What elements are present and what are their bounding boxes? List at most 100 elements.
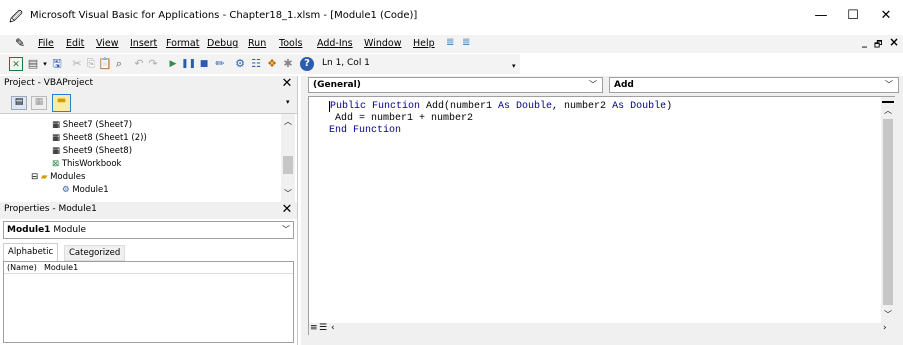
menu-format[interactable]: Format [166, 38, 199, 49]
scroll-up-icon[interactable]: ︿ [284, 116, 292, 127]
object-browser-icon[interactable]: ❖ [265, 57, 279, 71]
code-margin[interactable] [309, 97, 326, 334]
project-pane-title: Project - VBAProject [4, 78, 94, 88]
object-combo-chevron-icon: ﹀ [589, 80, 597, 89]
property-name: (Name) [7, 263, 37, 272]
full-module-view-icon[interactable]: ☰ [319, 323, 327, 333]
properties-tabs: Alphabetic Categorized [0, 243, 297, 261]
title-bar: 🖉 Microsoft Visual Basic for Application… [0, 0, 903, 33]
break-icon[interactable]: ❚❚ [181, 57, 196, 71]
find-icon[interactable]: ⌕ [112, 57, 126, 71]
view-excel-icon[interactable]: ✕ [9, 57, 23, 71]
code-editor[interactable]: Public Function Add(number1 As Double, n… [308, 96, 895, 335]
maximize-button[interactable]: ☐ [838, 6, 868, 26]
close-button[interactable]: ✕ [871, 6, 901, 26]
object-selector[interactable]: Module1 Module ﹀ [3, 221, 294, 239]
code-scroll-down-icon[interactable]: ﹀ [884, 309, 892, 320]
copy-icon[interactable]: ⎘ [84, 57, 98, 71]
window-title: Microsoft Visual Basic for Applications … [30, 10, 418, 21]
property-row[interactable]: (Name) Module1 [4, 262, 293, 274]
code-text[interactable]: Public Function Add(number1 As Double, n… [329, 101, 672, 137]
menu-edit[interactable]: Edit [66, 38, 84, 49]
project-tree: ▦ Sheet7 (Sheet7) ▦ Sheet8 (Sheet1 (2)) … [0, 114, 297, 202]
project-tree-scrollbar[interactable]: ︿ ﹀ [281, 114, 295, 202]
paste-icon[interactable]: 📋 [98, 57, 112, 71]
tree-item-thisworkbook[interactable]: ⊠ ThisWorkbook [52, 159, 121, 169]
tree-item-sheet7[interactable]: ▦ Sheet7 (Sheet7) [52, 120, 132, 130]
project-pane-toolbar: ▤ ▦ ▬ ▾ [0, 92, 297, 114]
menu-bar: ✎ File Edit View Insert Format Debug Run… [0, 35, 903, 53]
object-combo[interactable]: (General) ﹀ [308, 77, 603, 93]
save-icon[interactable]: 🖫 [50, 57, 64, 71]
module-icon: ⚙ [62, 185, 70, 195]
run-icon[interactable]: ▶ [166, 57, 180, 71]
procedure-combo-chevron-icon: ﹀ [885, 80, 893, 89]
standard-toolbar: ✕ ▤ ▾ 🖫 ✂ ⎘ 📋 ⌕ ↶ ↷ ▶ ❚❚ ■ ✏ ⚙ ☷ ❖ ✱ ? L… [0, 54, 520, 74]
properties-pane-header: Properties - Module1 ✕ [0, 202, 297, 219]
properties-pane-close-icon[interactable]: ✕ [280, 203, 294, 217]
toolbox-icon[interactable]: ✱ [281, 57, 295, 71]
undo-icon[interactable]: ↶ [132, 57, 146, 71]
indent-icon[interactable]: ≣ [446, 37, 454, 48]
tree-item-module1[interactable]: ⚙ Module1 [62, 185, 109, 195]
menu-view[interactable]: View [96, 38, 119, 49]
tree-item-sheet9[interactable]: ▦ Sheet9 (Sheet8) [52, 146, 132, 156]
code-line-3: End Function [329, 125, 402, 136]
scroll-thumb[interactable] [283, 156, 293, 174]
mdi-restore-button[interactable]: 🗗 [874, 37, 882, 53]
menu-debug[interactable]: Debug [207, 38, 238, 49]
toolbar-options-icon[interactable]: ▾ [512, 62, 516, 70]
properties-grid: (Name) Module1 [3, 261, 294, 343]
cut-icon[interactable]: ✂ [70, 57, 84, 71]
view-object-icon[interactable]: ▦ [31, 96, 47, 110]
mdi-minimize-button[interactable]: _ [862, 37, 867, 48]
properties-pane: Properties - Module1 ✕ Module1 Module ﹀ … [0, 202, 298, 345]
view-code-icon[interactable]: ▤ [11, 96, 27, 110]
vba-app-icon: 🖉 [9, 10, 23, 25]
reset-icon[interactable]: ■ [197, 57, 211, 71]
property-value[interactable]: Module1 [44, 262, 78, 274]
menu-help[interactable]: Help [413, 38, 435, 49]
code-bottom-bar: ≡ ☰ ‹ › [309, 323, 895, 335]
properties-window-icon[interactable]: ☷ [249, 57, 263, 71]
procedure-combo[interactable]: Add ﹀ [609, 77, 899, 93]
tree-item-sheet8[interactable]: ▦ Sheet8 (Sheet1 (2)) [52, 133, 147, 143]
workbook-icon: ⊠ [52, 159, 60, 169]
code-line-2: Add = number1 + number2 [329, 113, 474, 124]
scroll-down-icon[interactable]: ﹀ [284, 188, 292, 199]
tab-categorized[interactable]: Categorized [64, 245, 126, 261]
project-explorer-icon[interactable]: ⚙ [233, 57, 247, 71]
hscroll-right-icon[interactable]: › [883, 323, 887, 333]
properties-pane-title: Properties - Module1 [4, 204, 97, 214]
help-icon[interactable]: ? [300, 57, 314, 71]
tree-item-modules-folder[interactable]: ⊟ ▰ Modules [31, 172, 85, 182]
code-scroll-thumb[interactable] [883, 119, 893, 305]
menu-insert[interactable]: Insert [130, 38, 157, 49]
toggle-folders-icon[interactable]: ▬ [52, 94, 71, 112]
excel-view-icon[interactable]: ✎ [15, 36, 25, 50]
procedure-view-icon[interactable]: ≡ [310, 323, 318, 333]
cursor-position: Ln 1, Col 1 [322, 58, 370, 68]
menu-run[interactable]: Run [248, 38, 266, 49]
minimize-button[interactable]: — [806, 6, 836, 26]
menu-file[interactable]: File [38, 38, 54, 49]
chevron-down-icon[interactable]: ﹀ [282, 222, 290, 238]
design-mode-icon[interactable]: ✏ [213, 57, 227, 71]
menu-addins[interactable]: Add-Ins [317, 38, 353, 49]
redo-icon[interactable]: ↷ [146, 57, 160, 71]
collapse-icon[interactable]: ⊟ [31, 172, 38, 182]
project-pane: Project - VBAProject ✕ ▤ ▦ ▬ ▾ ▦ Sheet7 … [0, 76, 298, 202]
project-pane-close-icon[interactable]: ✕ [280, 77, 294, 91]
code-vertical-scrollbar[interactable]: ︿ ﹀ [881, 97, 895, 323]
menu-tools[interactable]: Tools [279, 38, 302, 49]
menu-window[interactable]: Window [364, 38, 401, 49]
project-toolbar-more-icon[interactable]: ▾ [286, 98, 290, 106]
tab-alphabetic[interactable]: Alphabetic [3, 243, 59, 261]
outdent-icon[interactable]: ≣ [462, 37, 470, 48]
folder-icon: ▰ [40, 172, 48, 182]
hscroll-left-icon[interactable]: ‹ [331, 323, 335, 333]
code-scroll-up-icon[interactable]: ︿ [884, 105, 892, 116]
mdi-close-button[interactable]: × [889, 35, 899, 49]
split-bar[interactable] [882, 101, 894, 103]
code-line-1: Public Function Add(number1 As Double, n… [329, 101, 673, 112]
